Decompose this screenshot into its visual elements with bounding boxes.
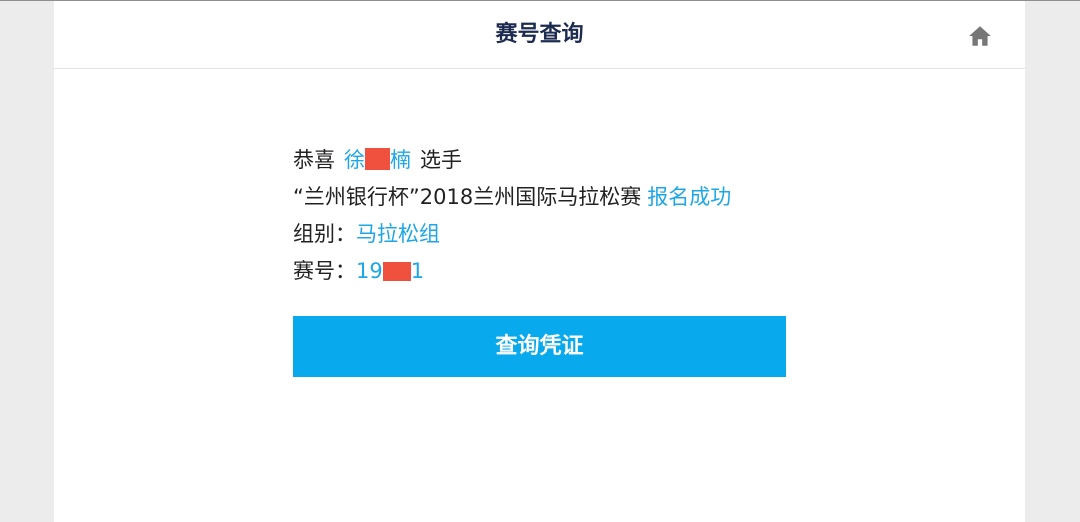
name-redaction [365,148,390,170]
bib-number-prefix: 19 [356,259,383,283]
congrats-line: 恭喜徐 楠选手 [293,142,793,179]
runner-name-first: 徐 [344,148,365,172]
home-icon[interactable] [967,23,993,49]
bib-line: 赛号：19 1 [293,253,793,290]
bib-number-suffix: 1 [410,259,425,283]
bib-redaction [382,262,411,281]
registration-status: 报名成功 [647,185,732,209]
query-certificate-button[interactable]: 查询凭证 [293,316,786,377]
event-name: “兰州银行杯”2018兰州国际马拉松赛 [293,185,642,209]
bib-label: 赛号： [293,259,356,283]
registration-result: 恭喜徐 楠选手 “兰州银行杯”2018兰州国际马拉松赛 报名成功 组别：马拉松组 赛… [293,142,793,290]
main-panel: 赛号查询 恭喜徐 楠选手 “兰州银行杯”2018兰州国际马拉松赛 报名成功 组别：马… [54,1,1025,522]
group-label: 组别： [293,222,356,246]
group-value: 马拉松组 [356,222,440,246]
runner-name-last: 楠 [390,148,411,172]
group-line: 组别：马拉松组 [293,216,793,253]
congrats-prefix: 恭喜 [293,148,335,172]
event-line: “兰州银行杯”2018兰州国际马拉松赛 报名成功 [293,179,793,216]
page-header: 赛号查询 [54,1,1025,69]
congrats-suffix: 选手 [420,148,462,172]
page-title: 赛号查询 [495,22,584,47]
